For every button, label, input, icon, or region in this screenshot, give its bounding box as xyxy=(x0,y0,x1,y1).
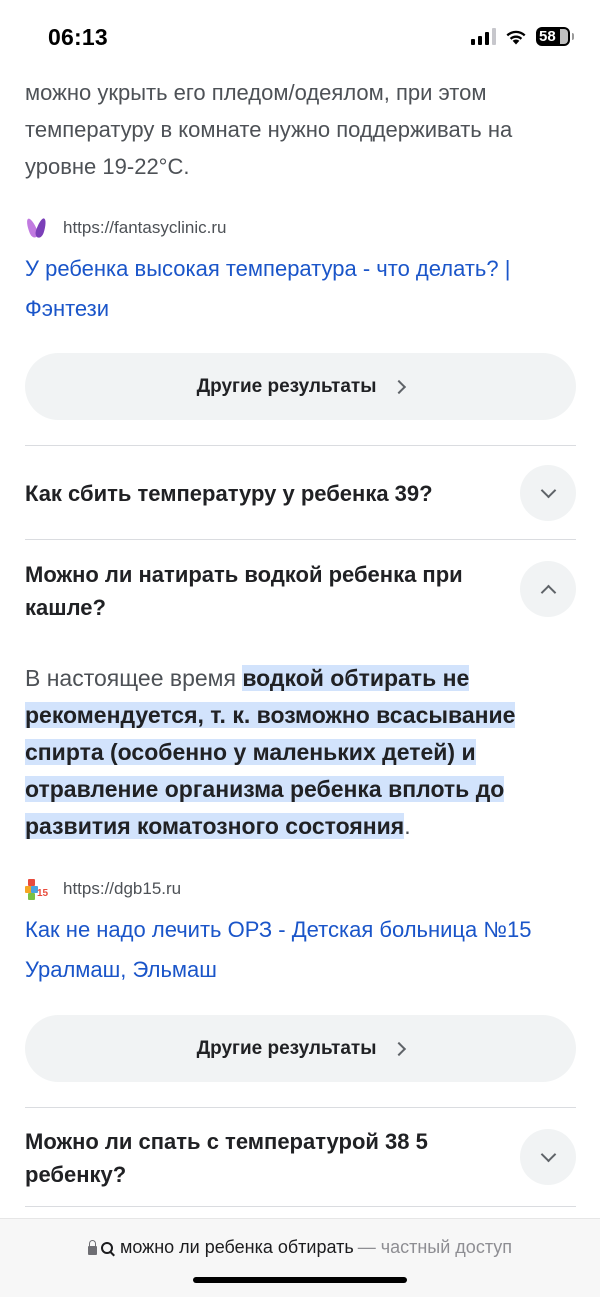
faq-collapse-button-2[interactable] xyxy=(520,561,576,617)
status-bar: 06:13 58 xyxy=(0,0,600,78)
more-results-button[interactable]: Другие результаты xyxy=(25,353,576,420)
faq-answer: В настоящее время водкой обтирать не рек… xyxy=(25,660,575,845)
private-mode-label: — частный доступ xyxy=(357,1237,513,1257)
faq-question-2[interactable]: Можно ли натирать водкой ребенка при каш… xyxy=(25,558,495,624)
divider xyxy=(25,445,576,446)
battery-icon: 58 xyxy=(536,27,574,46)
more-results-button[interactable]: Другие результаты xyxy=(25,1015,576,1082)
answer-title-link[interactable]: Как не надо лечить ОРЗ - Детская больниц… xyxy=(25,910,570,990)
cellular-signal-icon xyxy=(471,28,496,45)
answer-text-start: В настоящее время xyxy=(25,665,243,691)
address-line[interactable]: можно ли ребенка обтирать — частный дост… xyxy=(0,1237,600,1258)
chevron-down-icon xyxy=(540,482,556,499)
result-title-link[interactable]: У ребенка высокая температура - что дела… xyxy=(25,249,580,329)
more-results-label: Другие результаты xyxy=(196,1037,377,1059)
address-query: можно ли ребенка обтирать xyxy=(119,1237,354,1257)
lock-icon xyxy=(87,1239,97,1255)
answer-highlight: водкой обтирать не рекомендуется, т. к. … xyxy=(25,665,516,839)
status-icons: 58 xyxy=(471,27,574,46)
result-source[interactable]: https://fantasyclinic.ru xyxy=(24,216,227,240)
result-snippet: можно укрыть его пледом/одеялом, при это… xyxy=(25,80,513,179)
dgb15-favicon-icon: 15 xyxy=(25,877,49,901)
faq-question-3[interactable]: Можно ли спать с температурой 38 5 ребен… xyxy=(25,1125,495,1191)
faq-expand-button-3[interactable] xyxy=(520,1129,576,1185)
battery-level: 58 xyxy=(539,28,556,45)
faq-question-1[interactable]: Как сбить температуру у ребенка 39? xyxy=(25,477,505,510)
status-time: 06:13 xyxy=(48,24,108,50)
search-icon xyxy=(100,1241,113,1254)
chevron-right-icon xyxy=(392,379,407,395)
fantasyclinic-favicon-icon xyxy=(24,216,49,240)
divider xyxy=(25,1206,576,1207)
divider xyxy=(25,1107,576,1108)
divider xyxy=(25,539,576,540)
answer-source[interactable]: 15 https://dgb15.ru xyxy=(25,877,181,901)
source-url: https://fantasyclinic.ru xyxy=(63,218,227,237)
answer-text-end: . xyxy=(404,813,411,839)
home-indicator[interactable] xyxy=(193,1277,407,1283)
more-results-label: Другие результаты xyxy=(196,375,377,397)
browser-address-bar[interactable]: можно ли ребенка обтирать — частный дост… xyxy=(0,1218,600,1297)
chevron-down-icon xyxy=(540,1146,556,1163)
source-url: https://dgb15.ru xyxy=(63,879,182,898)
chevron-up-icon xyxy=(540,584,556,600)
faq-expand-button-1[interactable] xyxy=(520,465,576,521)
wifi-icon xyxy=(506,30,526,45)
chevron-right-icon xyxy=(392,1041,407,1057)
